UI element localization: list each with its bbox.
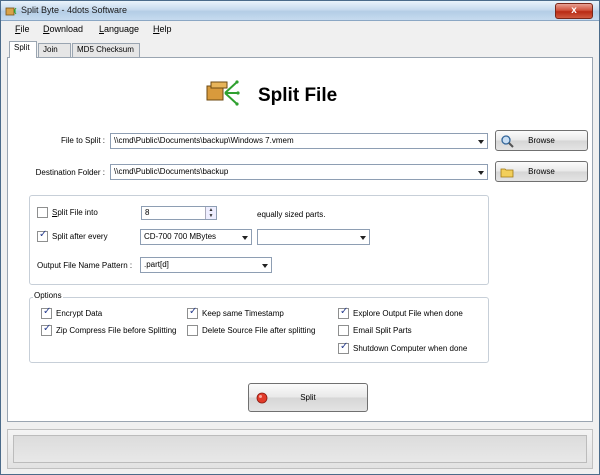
- menu-language[interactable]: Language: [99, 24, 139, 34]
- size-preset-combo[interactable]: CD-700 700 MBytes: [140, 229, 252, 245]
- chevron-down-icon: [478, 140, 484, 144]
- split-into-label: Split File into: [52, 208, 98, 217]
- delete-source-checkbox[interactable]: [187, 325, 198, 336]
- split-into-checkbox[interactable]: [37, 207, 48, 218]
- email-parts-label: Email Split Parts: [353, 326, 412, 335]
- split-button[interactable]: Split: [248, 383, 368, 412]
- chevron-down-icon: [242, 236, 248, 240]
- delete-source-label: Delete Source File after splitting: [202, 326, 316, 335]
- progress-bar: [13, 435, 587, 463]
- split-file-icon: [206, 80, 240, 106]
- split-into-label-text: plit File into: [57, 208, 98, 217]
- menu-help[interactable]: Help: [153, 24, 172, 34]
- output-pattern-value: .part[d]: [144, 260, 169, 269]
- file-to-split-label: File to Split :: [60, 136, 105, 145]
- browse-folder-label: Browse: [528, 167, 555, 176]
- keep-timestamp-checkbox[interactable]: [187, 306, 198, 319]
- menu-file[interactable]: File: [15, 24, 30, 34]
- shutdown-checkbox[interactable]: [338, 341, 349, 354]
- email-parts-checkbox[interactable]: [338, 325, 349, 336]
- output-pattern-label: Output File Name Pattern :: [37, 261, 133, 270]
- zip-compress-label: Zip Compress File before Splitting: [56, 326, 177, 335]
- destination-folder-combo[interactable]: \\cmd\Public\Documents\backup: [110, 164, 488, 180]
- shutdown-label: Shutdown Computer when done: [353, 344, 468, 353]
- split-button-label: Split: [300, 393, 316, 402]
- tab-md5-checksum[interactable]: MD5 Checksum: [72, 43, 140, 57]
- options-group-title: Options: [33, 291, 63, 300]
- parts-count-spinner[interactable]: 8 ▲ ▼: [141, 206, 217, 220]
- tab-strip: Split Join MD5 Checksum: [1, 41, 599, 58]
- keep-timestamp-label: Keep same Timestamp: [202, 309, 284, 318]
- status-bar: [7, 429, 593, 469]
- page-title: Split File: [258, 85, 338, 106]
- title-bar[interactable]: Split Byte - 4dots Software x: [1, 1, 599, 21]
- browse-file-button[interactable]: Browse: [495, 130, 588, 151]
- size-unit-combo[interactable]: [257, 229, 370, 245]
- chevron-down-icon: [478, 171, 484, 175]
- close-button[interactable]: x: [555, 3, 593, 19]
- explore-output-checkbox[interactable]: [338, 306, 349, 319]
- parts-suffix-label: equally sized parts.: [257, 210, 326, 219]
- spinner-arrows[interactable]: ▲ ▼: [205, 207, 216, 219]
- tab-split[interactable]: Split: [9, 41, 37, 58]
- browse-folder-button[interactable]: Browse: [495, 161, 588, 182]
- output-pattern-combo[interactable]: .part[d]: [140, 257, 272, 273]
- parts-count-value: 8: [145, 208, 150, 217]
- file-to-split-value: \\cmd\Public\Documents\backup\Windows 7.…: [114, 136, 294, 145]
- spin-down-icon[interactable]: ▼: [206, 213, 216, 219]
- file-to-split-combo[interactable]: \\cmd\Public\Documents\backup\Windows 7.…: [110, 133, 488, 149]
- chevron-down-icon: [262, 264, 268, 268]
- destination-folder-label: Destination Folder :: [35, 168, 105, 177]
- app-icon: [5, 7, 17, 16]
- chevron-down-icon: [360, 236, 366, 240]
- destination-folder-value: \\cmd\Public\Documents\backup: [114, 167, 229, 176]
- window-title: Split Byte - 4dots Software: [21, 5, 128, 15]
- encrypt-data-label: Encrypt Data: [56, 309, 103, 318]
- split-every-label-text: Split after every: [52, 232, 108, 241]
- size-preset-value: CD-700 700 MBytes: [144, 232, 217, 241]
- encrypt-data-checkbox[interactable]: [41, 306, 52, 319]
- explore-output-label: Explore Output File when done: [353, 309, 463, 318]
- split-every-checkbox[interactable]: [37, 229, 48, 242]
- split-every-label: Split after every: [52, 232, 108, 241]
- app-window: Split Byte - 4dots Software x File Downl…: [0, 0, 600, 475]
- browse-file-label: Browse: [528, 136, 555, 145]
- menu-bar: File Download Language Help: [1, 21, 599, 38]
- zip-compress-checkbox[interactable]: [41, 323, 52, 336]
- tab-join[interactable]: Join: [38, 43, 71, 57]
- menu-download[interactable]: Download: [43, 24, 83, 34]
